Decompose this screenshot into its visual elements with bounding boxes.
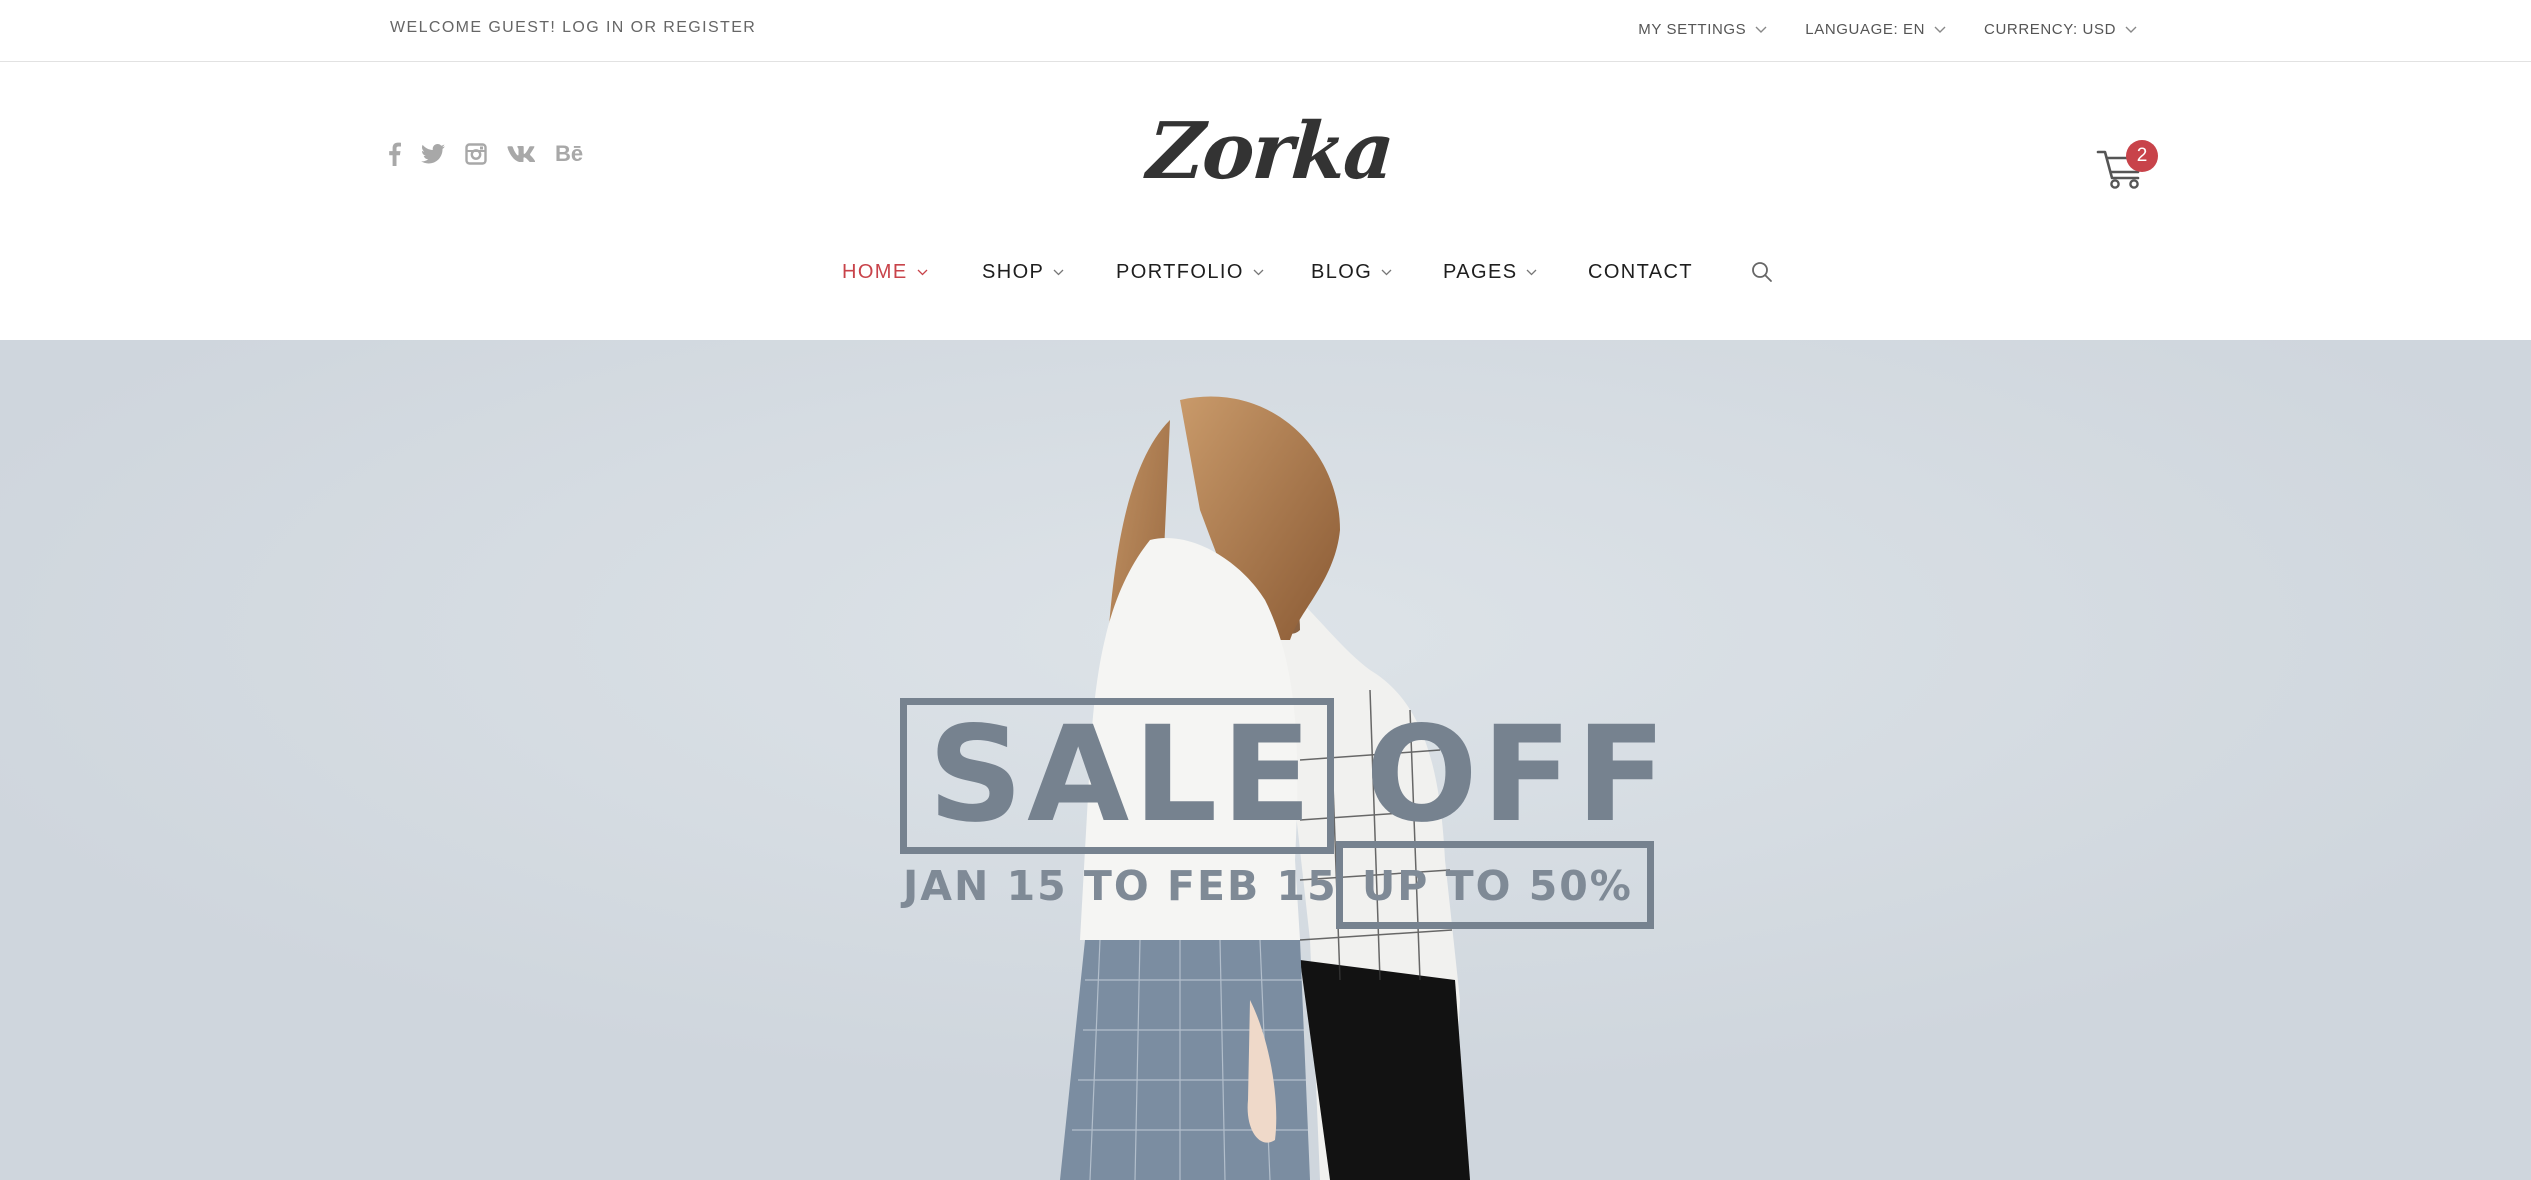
top-settings-menu: MY SETTINGS LANGUAGE: EN CURRENCY: USD	[1638, 21, 2137, 38]
sale-discount: UP TO 50%	[1362, 862, 1633, 910]
cart-count-badge: 2	[2126, 140, 2158, 172]
site-logo[interactable]: Zorka	[1144, 96, 1395, 206]
nav-home-label: HOME	[842, 260, 908, 283]
currency-label: CURRENCY: USD	[1984, 21, 2116, 38]
facebook-icon[interactable]	[388, 140, 401, 168]
instagram-icon[interactable]	[465, 140, 487, 168]
behance-text: Bē	[555, 141, 584, 166]
nav-portfolio-label: PORTFOLIO	[1116, 260, 1244, 283]
nav-item-portfolio[interactable]: PORTFOLIO	[1116, 252, 1264, 292]
nav-item-blog[interactable]: BLOG	[1311, 252, 1392, 292]
chevron-down-icon	[1755, 26, 1767, 33]
chevron-down-icon	[1934, 26, 1946, 33]
chevron-down-icon	[1053, 269, 1064, 275]
chevron-down-icon	[2125, 26, 2137, 33]
nav-item-contact[interactable]: CONTACT	[1588, 252, 1693, 292]
nav-item-shop[interactable]: SHOP	[982, 252, 1064, 292]
register-link[interactable]: REGISTER	[663, 19, 756, 36]
hero-banner[interactable]: SALE OFF JAN 15 TO FEB 15 UP TO 50%	[0, 340, 2531, 1180]
top-bar: WELCOME GUEST! LOG IN OR REGISTER MY SET…	[0, 0, 2531, 62]
twitter-icon[interactable]	[421, 140, 445, 168]
sale-title: SALE OFF	[928, 698, 1671, 852]
sale-dates: JAN 15 TO FEB 15	[903, 862, 1338, 910]
chevron-down-icon	[1253, 269, 1264, 275]
nav-item-pages[interactable]: PAGES	[1443, 252, 1537, 292]
welcome-text: WELCOME GUEST!	[390, 19, 563, 36]
vk-icon[interactable]	[507, 140, 535, 168]
nav-contact-label: CONTACT	[1588, 260, 1693, 283]
nav-item-home[interactable]: HOME	[842, 252, 928, 292]
search-icon[interactable]	[1750, 260, 1774, 284]
login-link[interactable]: LOG IN	[562, 19, 625, 36]
or-text: OR	[624, 19, 664, 36]
nav-shop-label: SHOP	[982, 260, 1045, 283]
chevron-down-icon	[917, 269, 928, 275]
my-settings-label: MY SETTINGS	[1638, 21, 1747, 38]
chevron-down-icon	[1526, 269, 1537, 275]
language-label: LANGUAGE: EN	[1805, 21, 1926, 38]
social-links: Bē	[388, 140, 583, 168]
behance-icon[interactable]: Bē	[555, 140, 583, 168]
nav-pages-label: PAGES	[1443, 260, 1518, 283]
my-settings-dropdown[interactable]: MY SETTINGS	[1638, 21, 1767, 38]
nav-blog-label: BLOG	[1311, 260, 1373, 283]
main-navigation: HOME SHOP PORTFOLIO BLOG PAGES CONTACT	[0, 252, 2531, 292]
welcome-message: WELCOME GUEST! LOG IN OR REGISTER	[390, 19, 756, 37]
currency-dropdown[interactable]: CURRENCY: USD	[1984, 21, 2137, 38]
chevron-down-icon	[1381, 269, 1392, 275]
language-dropdown[interactable]: LANGUAGE: EN	[1805, 21, 1946, 38]
